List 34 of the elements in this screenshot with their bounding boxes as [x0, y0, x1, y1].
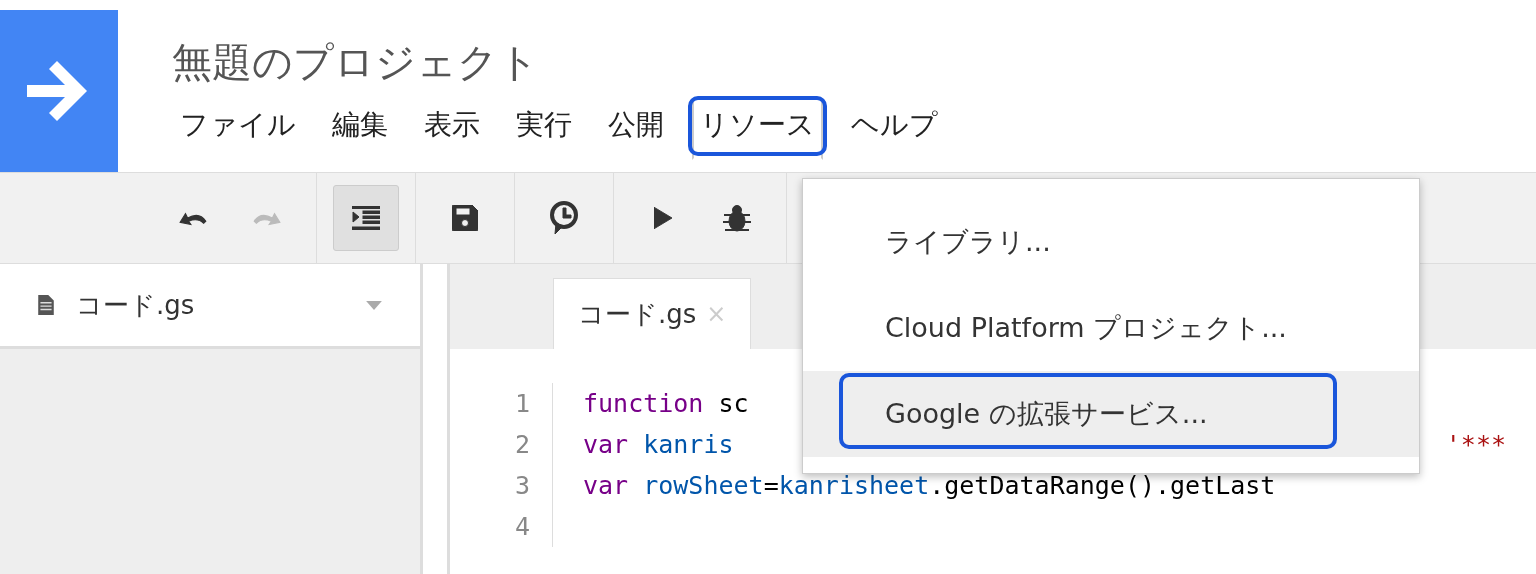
- dropdown-item[interactable]: ライブラリ...: [803, 199, 1419, 285]
- line-number: 2: [450, 424, 553, 465]
- menu-item[interactable]: 表示: [416, 98, 488, 160]
- indent-icon: [352, 206, 380, 230]
- code-token: sc: [717, 389, 749, 418]
- line-number: 1: [450, 383, 553, 424]
- undo-icon: [178, 209, 208, 227]
- menu-item[interactable]: 公開: [600, 98, 672, 160]
- code-token: var: [583, 430, 630, 459]
- play-icon: [654, 207, 672, 229]
- dropdown-item[interactable]: Cloud Platform プロジェクト...: [803, 285, 1419, 371]
- code-token: rowSheet: [643, 471, 764, 500]
- menu-item[interactable]: 実行: [508, 98, 580, 160]
- line-number: 4: [450, 506, 553, 547]
- menu-item[interactable]: ヘルプ: [843, 98, 946, 160]
- code-token: kanris: [643, 430, 734, 459]
- editor-tab[interactable]: コード.gs ×: [553, 278, 752, 349]
- code-token: function: [583, 389, 704, 418]
- project-title[interactable]: 無題のプロジェクト: [172, 36, 958, 88]
- line-number: 3: [450, 465, 553, 506]
- menu-item[interactable]: 編集: [324, 98, 396, 160]
- code-token: '***: [1445, 430, 1507, 459]
- file-name: コード.gs: [76, 288, 195, 322]
- code-token: kanrisheet: [778, 471, 930, 500]
- bug-icon: [722, 203, 752, 233]
- code-token: =: [763, 471, 779, 500]
- code-token: var: [583, 471, 630, 500]
- indent-button[interactable]: [333, 185, 399, 251]
- document-icon: [38, 295, 54, 315]
- redo-icon: [252, 209, 282, 227]
- code-token: .getDataRange().getLast: [929, 471, 1276, 500]
- clock-bubble-icon: [549, 201, 579, 235]
- menu-item[interactable]: ファイル: [172, 98, 304, 160]
- dropdown-item[interactable]: Google の拡張サービス...: [803, 371, 1419, 457]
